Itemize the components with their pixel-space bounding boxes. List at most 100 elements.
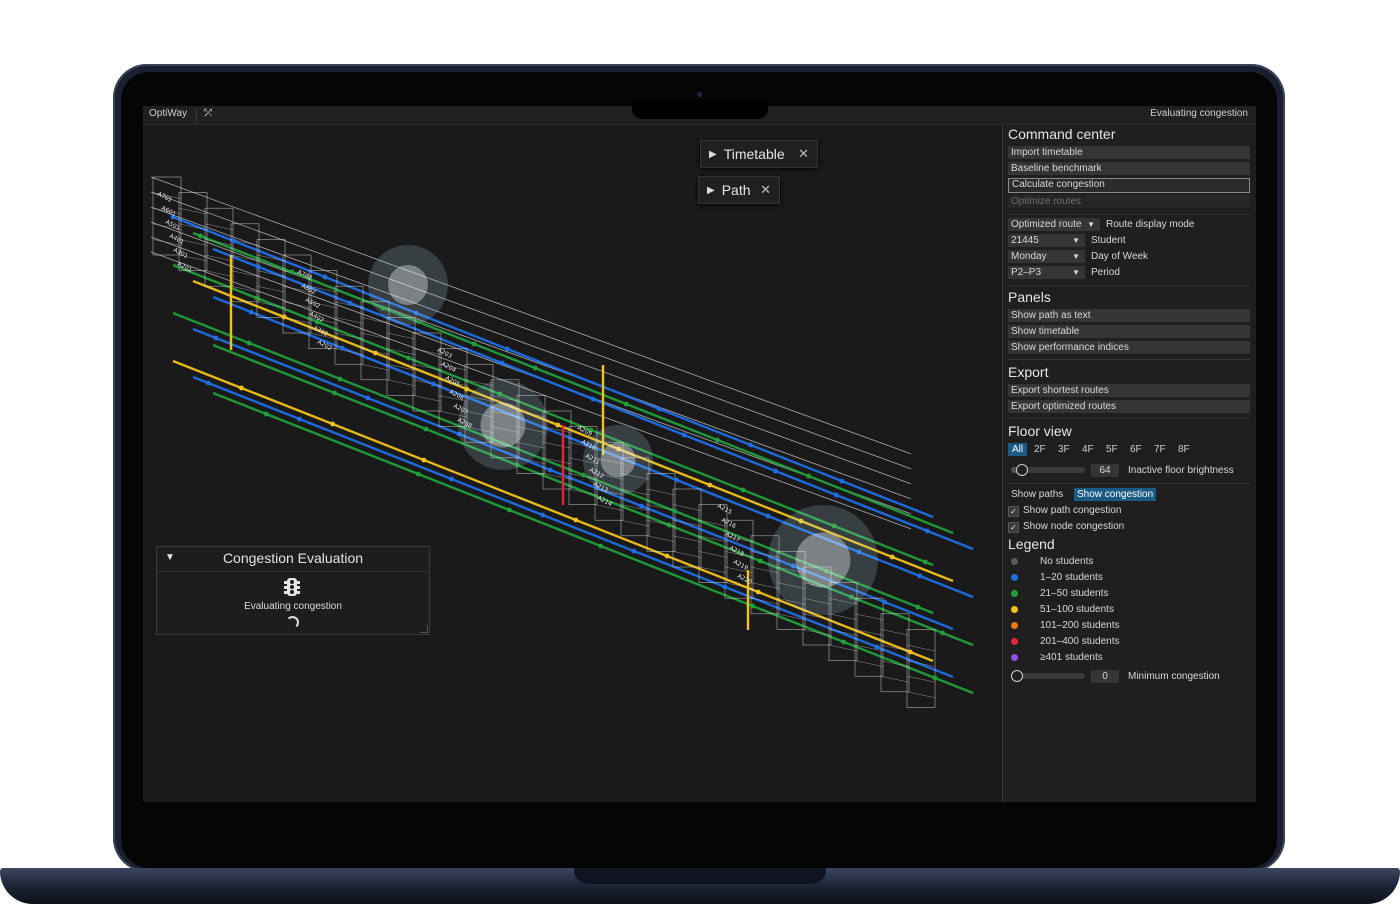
- import-timetable-button[interactable]: Import timetable: [1008, 146, 1250, 159]
- tab-show-congestion[interactable]: Show congestion: [1074, 488, 1157, 501]
- building-map[interactable]: A701A601A501A401A301A201A702A602A502A402…: [143, 125, 1002, 802]
- path-node: [198, 233, 203, 239]
- room-label: A502: [304, 297, 321, 311]
- optimize-routes-button[interactable]: Optimize routes: [1008, 195, 1250, 208]
- path-node: [289, 269, 295, 275]
- path-node: [773, 468, 778, 474]
- path-node: [750, 603, 755, 609]
- tab-show-paths[interactable]: Show paths: [1008, 488, 1066, 501]
- day-select[interactable]: Monday ▼: [1008, 250, 1085, 263]
- room-block: [854, 597, 884, 677]
- path-node: [406, 355, 411, 361]
- export-shortest-button[interactable]: Export shortest routes: [1008, 384, 1250, 397]
- path-node: [666, 522, 672, 528]
- timetable-toggle[interactable]: ▶ Timetable ✕: [700, 140, 818, 168]
- path-node: [505, 346, 510, 352]
- path-congestion-checkbox[interactable]: ✓ Show path congestion: [1008, 505, 1121, 517]
- layout-toggle-icon[interactable]: ⤱: [204, 108, 212, 119]
- floor-divider: [646, 535, 676, 543]
- path-node: [923, 559, 928, 565]
- period-select[interactable]: P2–P3 ▼: [1008, 266, 1085, 279]
- export-optimized-button[interactable]: Export optimized routes: [1008, 400, 1250, 413]
- calculate-congestion-button[interactable]: Calculate congestion: [1008, 178, 1250, 193]
- show-path-text-button[interactable]: Show path as text: [1008, 309, 1250, 322]
- path-node: [907, 649, 913, 655]
- status-text: Evaluating congestion: [1150, 108, 1248, 119]
- node-congestion-checkbox[interactable]: ✓ Show node congestion: [1008, 521, 1124, 533]
- app-screen: OptiWay ⤱ Evaluating congestion A701 A601…: [143, 106, 1256, 802]
- traffic-light-icon: [284, 578, 300, 596]
- show-performance-button[interactable]: Show performance indices: [1008, 341, 1250, 354]
- baseline-benchmark-button[interactable]: Baseline benchmark: [1008, 162, 1250, 175]
- panel-header[interactable]: ▼ Congestion Evaluation: [157, 547, 429, 572]
- camera-icon: [697, 92, 702, 97]
- path-node: [657, 406, 662, 412]
- panels-title: Panels: [1008, 289, 1051, 305]
- legend-swatch: [1011, 654, 1018, 661]
- panel-title: Congestion Evaluation: [222, 550, 364, 566]
- floor-5f[interactable]: 5F: [1106, 443, 1118, 456]
- room-block: [178, 192, 208, 271]
- floor-divider: [828, 613, 858, 621]
- path-node: [839, 478, 845, 484]
- path-node: [365, 395, 371, 401]
- show-timetable-button[interactable]: Show timetable: [1008, 325, 1250, 338]
- path-node: [339, 345, 345, 351]
- floor-divider: [672, 519, 702, 527]
- path-node: [874, 644, 880, 650]
- floor-divider: [698, 551, 728, 558]
- legend-swatch: [1011, 558, 1018, 565]
- room-label: A206: [448, 389, 465, 403]
- 3d-viewport[interactable]: A701 A601 A501 A401 A301 A201 A702 A602 A502 A402…: [143, 125, 1002, 802]
- path-node: [882, 599, 887, 605]
- route-display-select[interactable]: Optimized route ▼: [1008, 218, 1100, 231]
- floor-all[interactable]: All: [1008, 443, 1028, 456]
- checkbox-label: Show path congestion: [1023, 505, 1122, 516]
- command-center-title: Command center: [1008, 126, 1116, 142]
- congestion-hotspot: [600, 442, 636, 478]
- room-block: [386, 317, 416, 396]
- legend-swatch: [1011, 590, 1018, 597]
- path-node: [263, 411, 269, 417]
- slider-knob[interactable]: [1016, 464, 1029, 476]
- loading-spinner-icon: [286, 616, 299, 629]
- chevron-down-icon: ▼: [1072, 236, 1080, 245]
- floor-2f[interactable]: 2F: [1034, 443, 1046, 456]
- expand-arrow-icon: ▶: [707, 184, 715, 196]
- path-node: [757, 558, 763, 564]
- floor-8f[interactable]: 8F: [1178, 443, 1190, 456]
- checkbox-label: Show node congestion: [1023, 521, 1125, 532]
- floor-7f[interactable]: 7F: [1154, 443, 1166, 456]
- floor-4f[interactable]: 4F: [1082, 443, 1094, 456]
- slider-knob[interactable]: [1011, 670, 1023, 682]
- student-value: 21445: [1011, 235, 1039, 246]
- brightness-slider[interactable]: [1011, 464, 1085, 476]
- floor-divider: [620, 519, 650, 527]
- path-node: [573, 517, 579, 523]
- path-node: [740, 487, 746, 493]
- path-node: [449, 476, 454, 482]
- min-congestion-value[interactable]: 0: [1091, 670, 1119, 683]
- floor-divider: [646, 488, 676, 496]
- path-node: [940, 630, 945, 636]
- min-congestion-slider[interactable]: [1011, 670, 1085, 682]
- floor-divider: [542, 441, 572, 449]
- path-node: [674, 477, 679, 483]
- path-node: [555, 422, 561, 428]
- day-label: Day of Week: [1091, 251, 1149, 262]
- brightness-value[interactable]: 64: [1091, 464, 1119, 477]
- floor-3f[interactable]: 3F: [1058, 443, 1070, 456]
- path-label: Path: [721, 182, 751, 198]
- student-select[interactable]: 21445 ▼: [1008, 234, 1085, 247]
- resize-handle-icon[interactable]: [420, 625, 428, 633]
- legend-label: 101–200 students: [1040, 620, 1120, 631]
- room-label: A701: [156, 191, 173, 205]
- checkmark-icon[interactable]: ✓: [1008, 522, 1019, 533]
- close-icon[interactable]: ✕: [798, 146, 809, 162]
- path-node: [297, 416, 302, 422]
- checkmark-icon[interactable]: ✓: [1008, 506, 1019, 517]
- path-toggle[interactable]: ▶ Path ✕: [698, 176, 780, 204]
- floor-6f[interactable]: 6F: [1130, 443, 1142, 456]
- room-block: [880, 613, 910, 693]
- close-icon[interactable]: ✕: [760, 182, 771, 198]
